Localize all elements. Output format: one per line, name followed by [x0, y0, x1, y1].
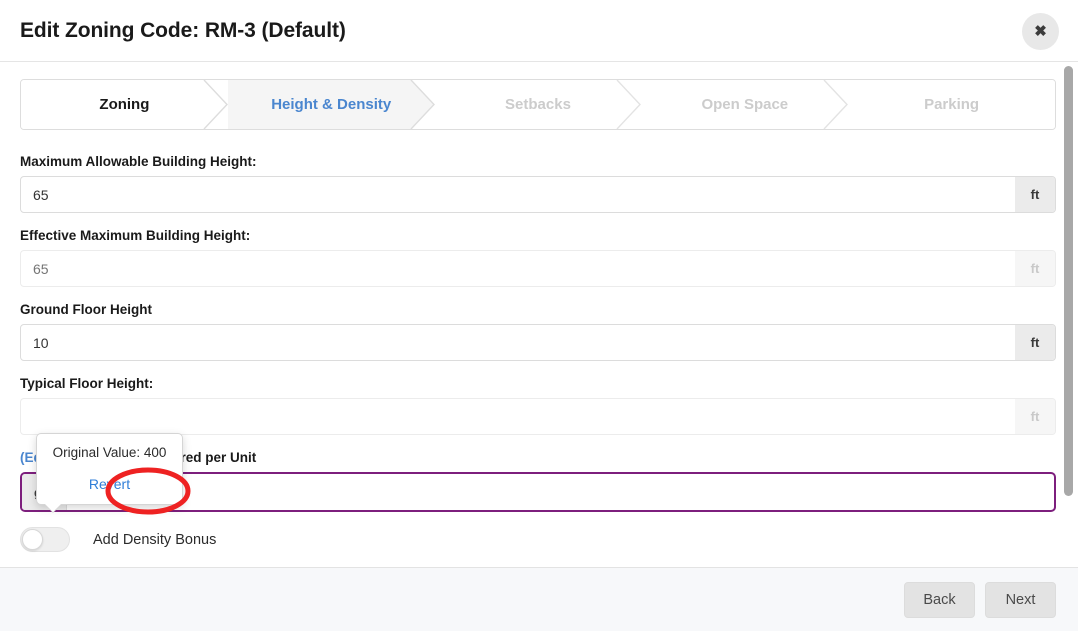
page-title: Edit Zoning Code: RM-3 (Default) — [20, 18, 346, 42]
chevron-right-icon — [616, 80, 642, 129]
tab-setbacks[interactable]: Setbacks — [434, 80, 642, 129]
input-group: ft — [20, 398, 1056, 435]
unit-addon-ft: ft — [1015, 251, 1055, 286]
modal-header: Edit Zoning Code: RM-3 (Default) ✖ — [0, 0, 1078, 62]
modal-footer: Back Next — [0, 567, 1078, 631]
scrollbar-thumb[interactable] — [1064, 66, 1073, 496]
toggle-knob — [22, 529, 43, 550]
field-label: Effective Maximum Building Height: — [20, 228, 251, 243]
tab-label: Parking — [924, 96, 980, 113]
field-typical-floor-height: Typical Floor Height: ft — [20, 376, 1056, 435]
maximum-allowable-building-height-input[interactable] — [21, 177, 1015, 212]
unit-addon-ft: ft — [1015, 325, 1055, 360]
unit-addon-ft: ft — [1015, 399, 1055, 434]
unit-addon-ft: ft — [1015, 177, 1055, 212]
wizard-tabs: Zoning Height & Density Setbacks Open Sp… — [20, 79, 1056, 130]
popover-arrow-fill — [44, 503, 62, 512]
tab-label: Height & Density — [271, 96, 392, 113]
tab-label: Setbacks — [505, 96, 571, 113]
tab-label: Open Space — [701, 96, 789, 113]
field-label: Ground Floor Height — [20, 302, 152, 317]
input-group: ft — [20, 250, 1056, 287]
chevron-right-icon — [203, 80, 229, 129]
next-button[interactable]: Next — [985, 581, 1056, 618]
field-ground-floor-height: Ground Floor Height ft — [20, 302, 1056, 361]
chevron-right-icon — [410, 80, 436, 129]
back-button[interactable]: Back — [904, 581, 975, 618]
edit-zoning-code-modal: Edit Zoning Code: RM-3 (Default) ✖ Zonin… — [0, 0, 1078, 631]
modal-body: Zoning Height & Density Setbacks Open Sp… — [0, 62, 1078, 567]
revert-link[interactable]: Revert — [47, 476, 172, 492]
tab-zoning[interactable]: Zoning — [21, 80, 228, 129]
row-add-density-bonus: Add Density Bonus — [20, 527, 1056, 552]
tab-height-and-density[interactable]: Height & Density — [227, 80, 436, 129]
ground-floor-height-input[interactable] — [21, 325, 1015, 360]
gsf-of-lot-required-per-unit-input[interactable] — [66, 474, 1054, 510]
input-group: ft — [20, 176, 1056, 213]
tab-parking[interactable]: Parking — [848, 80, 1055, 129]
scrollbar-track[interactable] — [1062, 62, 1076, 567]
field-label: Maximum Allowable Building Height: — [20, 154, 257, 169]
close-icon[interactable]: ✖ — [1022, 13, 1059, 50]
original-value-text: Original Value: 400 — [52, 445, 167, 460]
typical-floor-height-input — [21, 399, 1015, 434]
field-effective-maximum-building-height: Effective Maximum Building Height: ft — [20, 228, 1056, 287]
revert-popover: Original Value: 400 Revert — [36, 433, 183, 513]
input-group: ft — [20, 324, 1056, 361]
add-density-bonus-label: Add Density Bonus — [93, 531, 217, 548]
effective-maximum-building-height-input — [21, 251, 1015, 286]
chevron-right-icon — [823, 80, 849, 129]
tab-label: Zoning — [99, 96, 150, 113]
tab-open-space[interactable]: Open Space — [641, 80, 849, 129]
field-maximum-allowable-building-height: Maximum Allowable Building Height: ft — [20, 154, 1056, 213]
add-density-bonus-toggle[interactable] — [20, 527, 70, 552]
field-label: Typical Floor Height: — [20, 376, 154, 391]
